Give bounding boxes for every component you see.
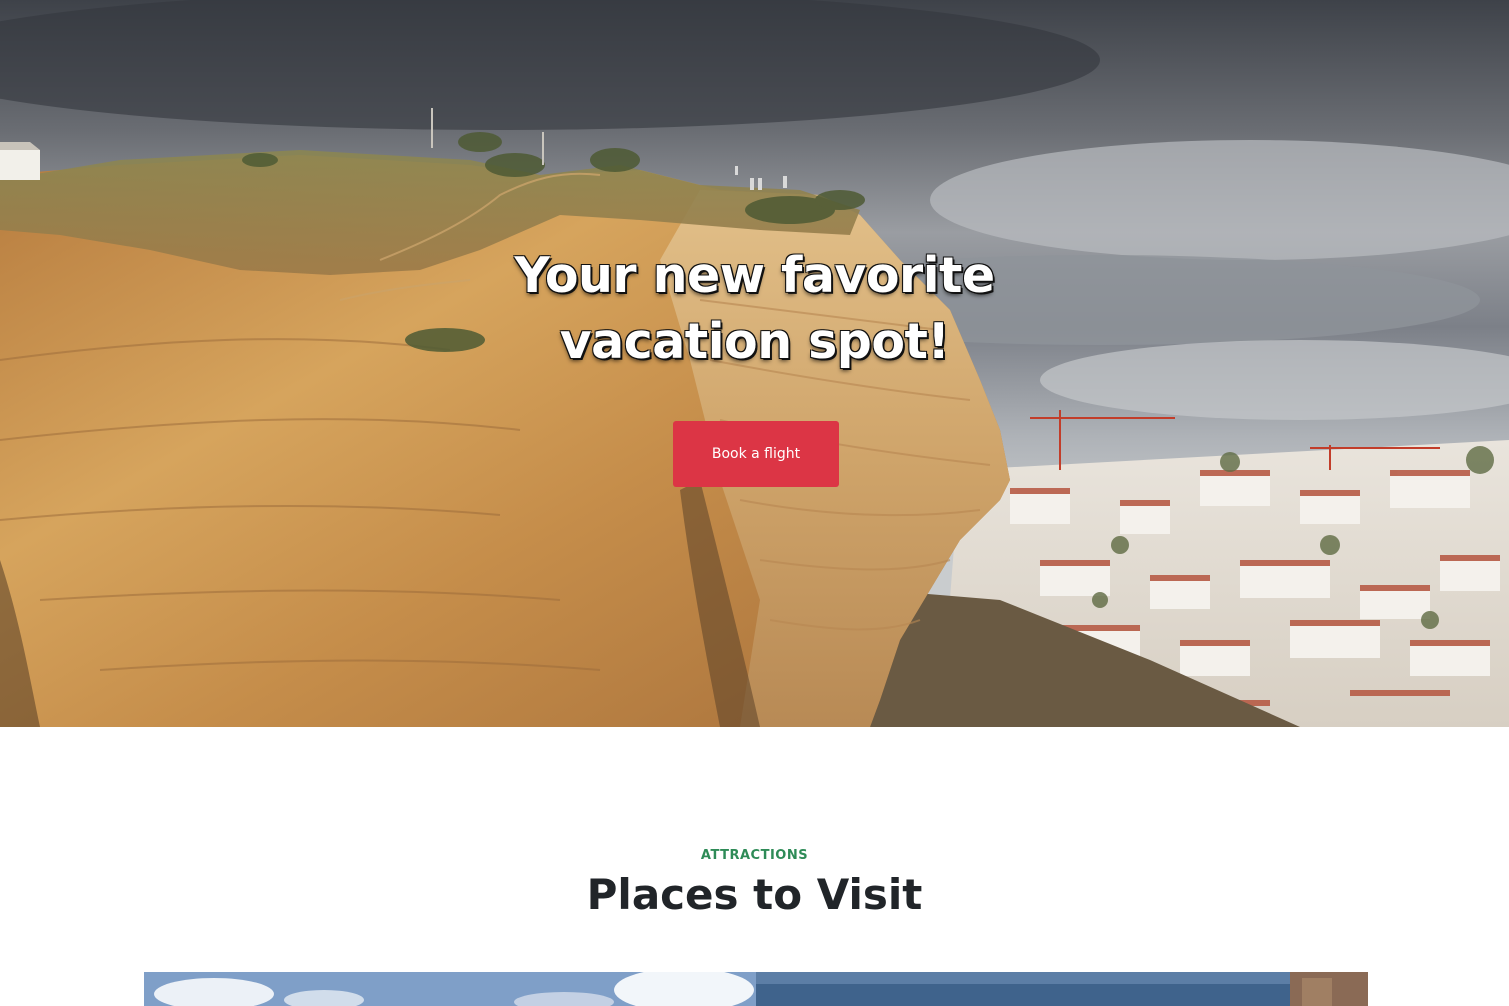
attraction-image-sky (144, 972, 756, 1006)
hero-section: Your new favorite vacation spot! Book a … (0, 0, 1509, 727)
attraction-card-image[interactable] (756, 972, 1368, 1006)
section-title: Places to Visit (586, 870, 923, 919)
hero-title-line-2: vacation spot! (559, 313, 950, 370)
book-flight-button[interactable]: Book a flight (673, 421, 839, 487)
attraction-card-image[interactable] (144, 972, 756, 1006)
hero-title-line-1: Your new favorite (514, 247, 995, 304)
section-eyebrow: ATTRACTIONS (700, 848, 809, 863)
attraction-cards (144, 972, 1368, 1006)
hero-title: Your new favorite vacation spot! (0, 243, 1509, 375)
attraction-image-coast (756, 972, 1368, 1006)
